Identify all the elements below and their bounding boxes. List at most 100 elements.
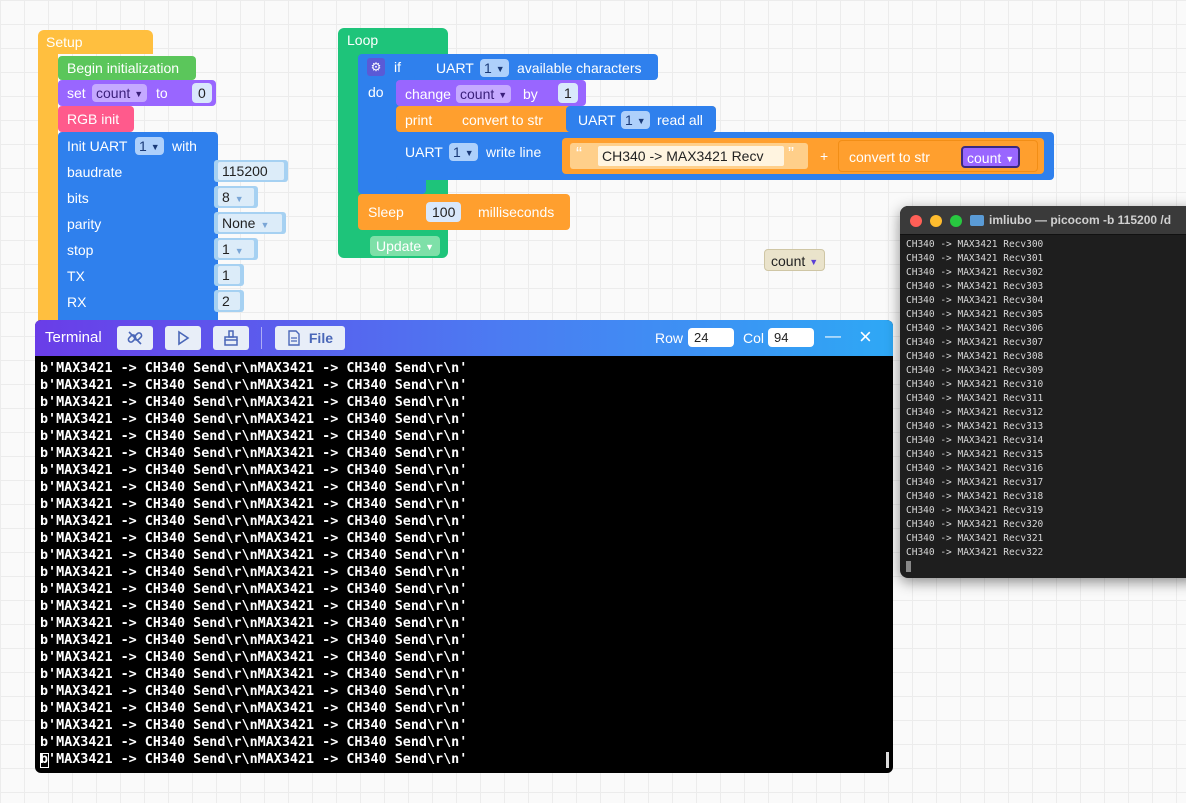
parity-value: None ▼: [218, 214, 282, 232]
stop-dropdown[interactable]: 1 ▼: [214, 238, 258, 260]
run-button[interactable]: [165, 326, 201, 350]
init-uart-num-dropdown[interactable]: 1 ▼: [135, 137, 164, 155]
terminal-line: b'MAX3421 -> CH340 Send\r\nMAX3421 -> CH…: [40, 548, 468, 563]
close-window-button[interactable]: [910, 215, 922, 227]
sleep-block[interactable]: Sleep 100 milliseconds: [358, 194, 570, 230]
stop-value: 1 ▼: [218, 240, 254, 258]
chevron-down-icon: ▼: [498, 90, 508, 100]
rgb-init-block[interactable]: RGB init: [58, 106, 134, 132]
if-label: if: [394, 59, 401, 75]
tx-value-field[interactable]: 1: [214, 264, 244, 286]
convert-to-str-block[interactable]: convert to str count ▼: [838, 140, 1038, 172]
uart-num-dropdown[interactable]: 1 ▼: [480, 59, 509, 77]
string-literal-block[interactable]: “ CH340 -> MAX3421 Recv ”: [570, 143, 808, 169]
by-value-field[interactable]: 1: [558, 83, 578, 103]
terminal-line: b'MAX3421 -> CH340 Send\r\nMAX3421 -> CH…: [40, 412, 468, 427]
uart-available-block[interactable]: UART 1 ▼ available characters: [414, 54, 658, 80]
macos-terminal-line: CH340 -> MAX3421 Recv302: [906, 267, 1044, 278]
terminal-line: b'MAX3421 -> CH340 Send\r\nMAX3421 -> CH…: [40, 735, 468, 750]
close-button[interactable]: ×: [859, 324, 872, 350]
terminal-line: b'MAX3421 -> CH340 Send\r\nMAX3421 -> CH…: [40, 633, 468, 648]
zoom-window-button[interactable]: [950, 215, 962, 227]
uart-write-line-block[interactable]: UART 1 ▼ write line “ CH340 -> MAX3421 Re…: [396, 132, 1054, 180]
macos-titlebar: imliubo — picocom -b 115200 /d: [900, 206, 1186, 235]
init-uart-block[interactable]: Init UART 1 ▼ with baudrate bits parity s…: [58, 132, 218, 328]
set-label: set: [67, 85, 86, 101]
uart-read-all-block[interactable]: UART 1 ▼ read all: [566, 106, 716, 132]
parity-dropdown[interactable]: None ▼: [214, 212, 286, 234]
macos-terminal-output: CH340 -> MAX3421 Recv300 CH340 -> MAX3421…: [906, 238, 1043, 560]
uart-num-dropdown[interactable]: 1 ▼: [449, 143, 478, 161]
link-icon: [126, 331, 144, 350]
terminal-line: b'MAX3421 -> CH340 Send\r\nMAX3421 -> CH…: [40, 531, 468, 546]
minimize-button[interactable]: —: [825, 328, 841, 346]
gear-icon[interactable]: ⚙: [367, 58, 385, 76]
update-dropdown[interactable]: Update ▼: [370, 236, 441, 256]
clear-button[interactable]: [213, 326, 249, 350]
setup-block[interactable]: Setup: [38, 30, 153, 54]
print-block[interactable]: print convert to str UART 1 ▼ read all: [396, 106, 716, 132]
plus-label: +: [820, 148, 829, 164]
terminal-toolbar: Terminal File Row 24 Col 94 — ×: [35, 320, 893, 356]
tx-value: 1: [218, 266, 240, 284]
set-variable-name: count: [96, 85, 131, 101]
macos-terminal-line: CH340 -> MAX3421 Recv304: [906, 295, 1044, 306]
baudrate-value-field[interactable]: 115200: [214, 160, 288, 182]
macos-terminal-line: CH340 -> MAX3421 Recv308: [906, 351, 1044, 362]
update-label: Update: [376, 238, 422, 254]
set-variable-block[interactable]: set count ▼ to 0: [58, 80, 216, 106]
sleep-label: Sleep: [368, 204, 404, 220]
write-line-label: write line: [486, 144, 542, 160]
chevron-down-icon: ▼: [1005, 154, 1015, 164]
toolbar-divider: [261, 327, 262, 349]
terminal-line: b'MAX3421 -> CH340 Send\r\nMAX3421 -> CH…: [40, 565, 468, 580]
uart-num: 1: [484, 60, 492, 76]
file-button[interactable]: File: [275, 326, 345, 350]
close-quote-icon: ”: [788, 144, 794, 164]
set-variable-dropdown[interactable]: count ▼: [92, 84, 148, 102]
macos-terminal-line: CH340 -> MAX3421 Recv316: [906, 463, 1044, 474]
convert-to-str-label: convert to str: [462, 112, 543, 128]
macos-terminal-line: CH340 -> MAX3421 Recv311: [906, 393, 1044, 404]
macos-terminal-line: CH340 -> MAX3421 Recv312: [906, 407, 1044, 418]
terminal-line: b'MAX3421 -> CH340 Send\r\nMAX3421 -> CH…: [40, 429, 468, 444]
bits-dropdown[interactable]: 8 ▼: [214, 186, 258, 208]
param-label-stop: stop: [67, 242, 94, 258]
macos-terminal-line: CH340 -> MAX3421 Recv317: [906, 477, 1044, 488]
init-uart-label: Init UART: [67, 138, 128, 154]
disconnect-button[interactable]: [117, 326, 153, 350]
set-value-field[interactable]: 0: [192, 83, 212, 103]
string-value-field[interactable]: CH340 -> MAX3421 Recv: [598, 146, 784, 166]
row-label: Row: [655, 330, 684, 346]
loose-count-variable-block[interactable]: count ▼: [764, 249, 826, 271]
terminal-scrollbar[interactable]: [886, 752, 889, 768]
minimize-window-button[interactable]: [930, 215, 942, 227]
setup-header: Setup: [46, 34, 83, 50]
sleep-value-field[interactable]: 100: [426, 202, 462, 222]
rx-value-field[interactable]: 2: [214, 290, 244, 312]
count-variable-dropdown[interactable]: count ▼: [961, 146, 1021, 168]
uart-num-dropdown[interactable]: 1 ▼: [621, 111, 650, 129]
macos-terminal-line: CH340 -> MAX3421 Recv301: [906, 253, 1044, 264]
bits-value: 8 ▼: [218, 188, 254, 206]
chevron-down-icon: ▼: [234, 194, 244, 204]
change-variable-block[interactable]: change count ▼ by 1: [396, 80, 586, 106]
macos-terminal-line: CH340 -> MAX3421 Recv306: [906, 323, 1044, 334]
begin-init-label: Begin initialization: [67, 60, 180, 76]
col-label: Col: [743, 330, 765, 346]
uart-num: 1: [625, 112, 633, 128]
begin-init-block[interactable]: Begin initialization: [58, 56, 196, 80]
string-concat-block[interactable]: “ CH340 -> MAX3421 Recv ” + convert to s…: [562, 138, 1044, 174]
macos-terminal-line: CH340 -> MAX3421 Recv322: [906, 547, 1044, 558]
available-label: available characters: [517, 60, 642, 76]
row-input[interactable]: 24: [688, 328, 734, 347]
init-uart-num: 1: [139, 138, 147, 154]
param-label-tx: TX: [67, 268, 85, 284]
param-label-baudrate: baudrate: [67, 164, 123, 180]
change-variable-dropdown[interactable]: count ▼: [456, 85, 512, 103]
col-input[interactable]: 94: [768, 328, 814, 347]
terminal-line: b'MAX3421 -> CH340 Send\r\nMAX3421 -> CH…: [40, 446, 468, 461]
macos-terminal-line: CH340 -> MAX3421 Recv319: [906, 505, 1044, 516]
macos-terminal-line: CH340 -> MAX3421 Recv320: [906, 519, 1044, 530]
terminal-line: b'MAX3421 -> CH340 Send\r\nMAX3421 -> CH…: [40, 395, 468, 410]
